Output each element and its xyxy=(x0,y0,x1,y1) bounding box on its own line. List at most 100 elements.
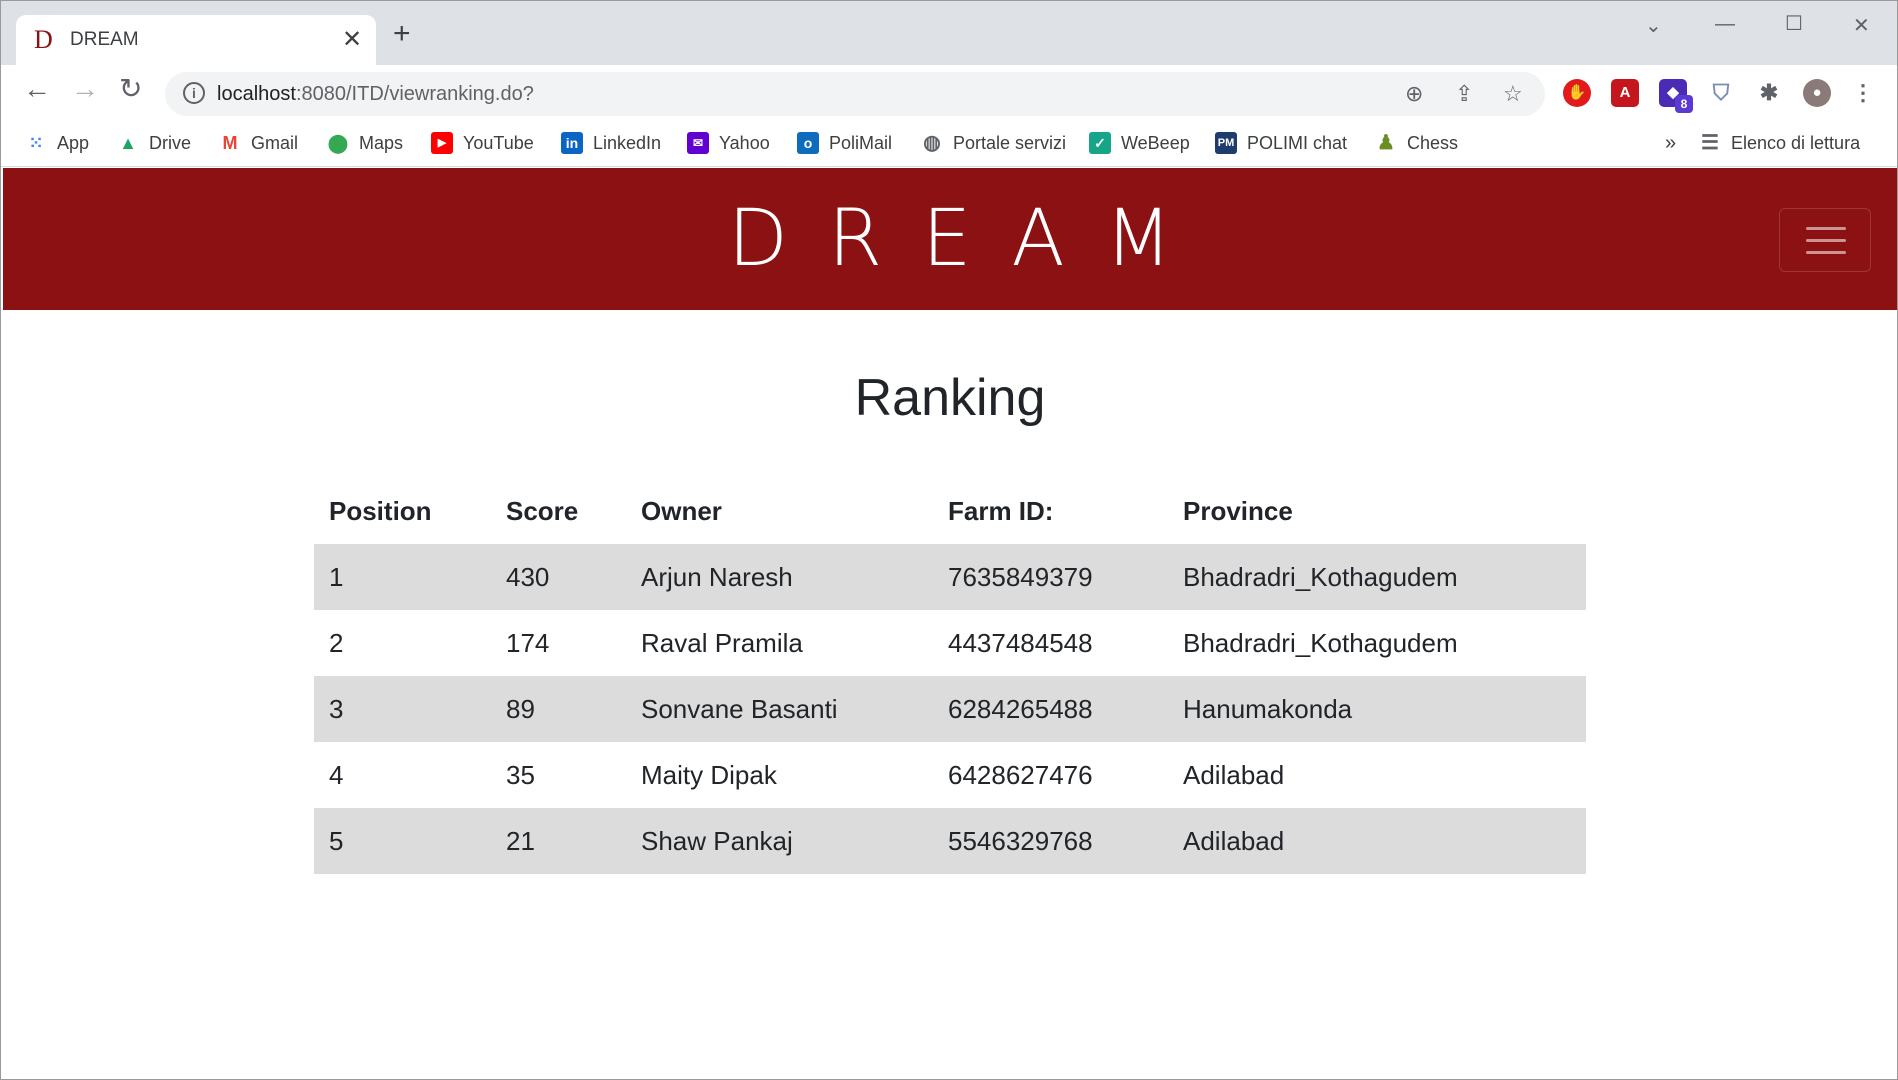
bookmark-chess[interactable]: ♟ Chess xyxy=(1375,128,1458,158)
column-header-province: Province xyxy=(1183,495,1293,526)
more-bookmarks-button[interactable]: » xyxy=(1665,128,1676,158)
bookmark-yahoo[interactable]: ✉ Yahoo xyxy=(687,128,770,158)
outlook-icon: o xyxy=(797,132,819,154)
cell-province: Hanumakonda xyxy=(1168,676,1586,742)
browser-window: D DREAM ✕ + ⌄ — ☐ ✕ ← → ↻ i localhost:80… xyxy=(0,0,1898,1080)
linkedin-icon: in xyxy=(561,132,583,154)
browser-tab[interactable]: D DREAM ✕ xyxy=(16,15,376,65)
site-navbar: DREAM xyxy=(3,168,1897,310)
bookmark-gmail[interactable]: M Gmail xyxy=(219,128,299,158)
cell-position: 4 xyxy=(329,759,344,790)
cell-farm-id: 7635849379 xyxy=(933,544,1168,610)
cell-score: 21 xyxy=(491,808,626,874)
bookmarks-bar: ⁙ App ▲ Drive M Gmail ⬤ Maps ▶ YouTube in Link… xyxy=(1,121,1897,167)
bookmark-app[interactable]: ⁙ App xyxy=(25,128,89,158)
youtube-icon: ▶ xyxy=(431,132,453,154)
shield-extension-icon[interactable]: ⛉ xyxy=(1707,79,1735,107)
tab-strip: D DREAM ✕ + ⌄ — ☐ ✕ xyxy=(1,1,1897,65)
cell-position: 1 xyxy=(314,544,491,610)
column-header-farm-id: Farm ID: xyxy=(948,495,1054,526)
bookmark-polimi-chat[interactable]: PM POLIMI chat xyxy=(1215,128,1347,158)
chess-icon: ♟ xyxy=(1377,132,1395,154)
bookmark-youtube[interactable]: ▶ YouTube xyxy=(431,128,534,158)
cell-province: Bhadradri_Kothagudem xyxy=(1168,544,1586,610)
webeep-icon: ✓ xyxy=(1089,132,1111,154)
forward-button[interactable]: → xyxy=(71,75,99,103)
column-header-owner: Owner xyxy=(641,495,722,526)
extensions-puzzle-icon[interactable]: ✱ xyxy=(1755,79,1783,107)
share-icon[interactable]: ⇪ xyxy=(1455,81,1473,107)
bookmark-polimail[interactable]: o PoliMail xyxy=(797,128,892,158)
maps-icon: ⬤ xyxy=(327,133,349,153)
cell-score: 89 xyxy=(491,676,626,742)
table-row: 1 430 Arjun Naresh 7635849379 Bhadradri_… xyxy=(314,544,1586,610)
drive-icon: ▲ xyxy=(119,133,137,153)
url-text[interactable]: localhost:8080/ITD/viewranking.do? xyxy=(217,83,534,106)
address-bar[interactable]: i localhost:8080/ITD/viewranking.do? ⊕ ⇪… xyxy=(165,72,1545,116)
extension-badge: 8 xyxy=(1675,95,1693,113)
hamburger-line xyxy=(1806,227,1846,230)
adblock-icon[interactable]: ✋ xyxy=(1563,79,1591,107)
cell-owner: Maity Dipak xyxy=(641,759,777,790)
close-tab-icon[interactable]: ✕ xyxy=(342,25,362,54)
cell-owner: Arjun Naresh xyxy=(626,544,933,610)
cell-score: 35 xyxy=(506,759,535,790)
table-row: 4 35 Maity Dipak 6428627476 Adilabad xyxy=(314,742,1586,808)
cell-province: Adilabad xyxy=(1183,759,1285,790)
cell-farm-id: 4437484548 xyxy=(948,627,1093,658)
column-header-position: Position xyxy=(329,495,432,526)
profile-avatar[interactable]: ● xyxy=(1803,79,1831,107)
cell-province: Adilabad xyxy=(1168,808,1586,874)
cell-province: Bhadradri_Kothagudem xyxy=(1183,627,1458,658)
table-row: 5 21 Shaw Pankaj 5546329768 Adilabad xyxy=(314,808,1586,874)
maximize-button[interactable]: ☐ xyxy=(1785,11,1803,36)
yahoo-icon: ✉ xyxy=(687,132,709,154)
cell-farm-id: 6284265488 xyxy=(933,676,1168,742)
cell-position: 5 xyxy=(314,808,491,874)
page-content: DREAM Ranking Position Score Owner Farm … xyxy=(3,168,1897,1079)
zoom-icon[interactable]: ⊕ xyxy=(1405,81,1423,107)
close-window-button[interactable]: ✕ xyxy=(1853,13,1870,38)
bookmark-webeep[interactable]: ✓ WeBeep xyxy=(1089,128,1190,158)
table-row: 3 89 Sonvane Basanti 6284265488 Hanumako… xyxy=(314,676,1586,742)
cell-farm-id: 5546329768 xyxy=(933,808,1168,874)
tab-title: DREAM xyxy=(70,29,139,50)
polimi-chat-icon: PM xyxy=(1215,132,1237,154)
ranking-table: Position Score Owner Farm ID: Province 1… xyxy=(314,478,1586,874)
cell-owner: Raval Pramila xyxy=(641,627,803,658)
back-button[interactable]: ← xyxy=(23,75,51,103)
bookmark-drive[interactable]: ▲ Drive xyxy=(117,128,191,158)
page-title: Ranking xyxy=(854,369,1046,427)
cell-owner: Sonvane Basanti xyxy=(626,676,933,742)
navbar-toggle-button[interactable] xyxy=(1779,208,1871,272)
table-row: 2 174 Raval Pramila 4437484548 Bhadradri… xyxy=(314,610,1586,676)
reading-list-button[interactable]: ☰ Elenco di lettura xyxy=(1699,128,1860,158)
browser-toolbar: ← → ↻ i localhost:8080/ITD/viewranking.d… xyxy=(1,65,1897,121)
cell-score: 174 xyxy=(506,627,550,658)
reload-button[interactable]: ↻ xyxy=(119,75,142,103)
menu-kebab-icon[interactable]: ⋮ xyxy=(1849,79,1877,107)
cell-score: 430 xyxy=(491,544,626,610)
dream-favicon-icon: D xyxy=(34,25,53,54)
hamburger-line xyxy=(1806,239,1846,242)
hamburger-line xyxy=(1806,251,1846,254)
globe-icon: ◍ xyxy=(923,132,941,154)
bookmark-linkedin[interactable]: in LinkedIn xyxy=(561,128,661,158)
pdf-extension-icon[interactable]: A xyxy=(1611,79,1639,107)
table-header-row: Position Score Owner Farm ID: Province xyxy=(314,478,1586,544)
site-info-icon[interactable]: i xyxy=(183,82,205,104)
cell-position: 2 xyxy=(329,627,344,658)
bookmark-maps[interactable]: ⬤ Maps xyxy=(327,128,403,158)
cell-position: 3 xyxy=(314,676,491,742)
cell-owner: Shaw Pankaj xyxy=(626,808,933,874)
bookmark-portale-servizi[interactable]: ◍ Portale servizi xyxy=(921,128,1066,158)
bookmark-star-icon[interactable]: ☆ xyxy=(1503,81,1523,107)
tab-search-icon[interactable]: ⌄ xyxy=(1645,13,1662,38)
minimize-button[interactable]: — xyxy=(1715,13,1735,36)
site-logo[interactable]: DREAM xyxy=(3,194,1897,284)
cell-farm-id: 6428627476 xyxy=(948,759,1093,790)
gmail-icon: M xyxy=(222,133,238,153)
new-tab-button[interactable]: + xyxy=(393,19,411,49)
reading-list-icon: ☰ xyxy=(1701,132,1719,154)
apps-grid-icon: ⁙ xyxy=(28,133,44,153)
